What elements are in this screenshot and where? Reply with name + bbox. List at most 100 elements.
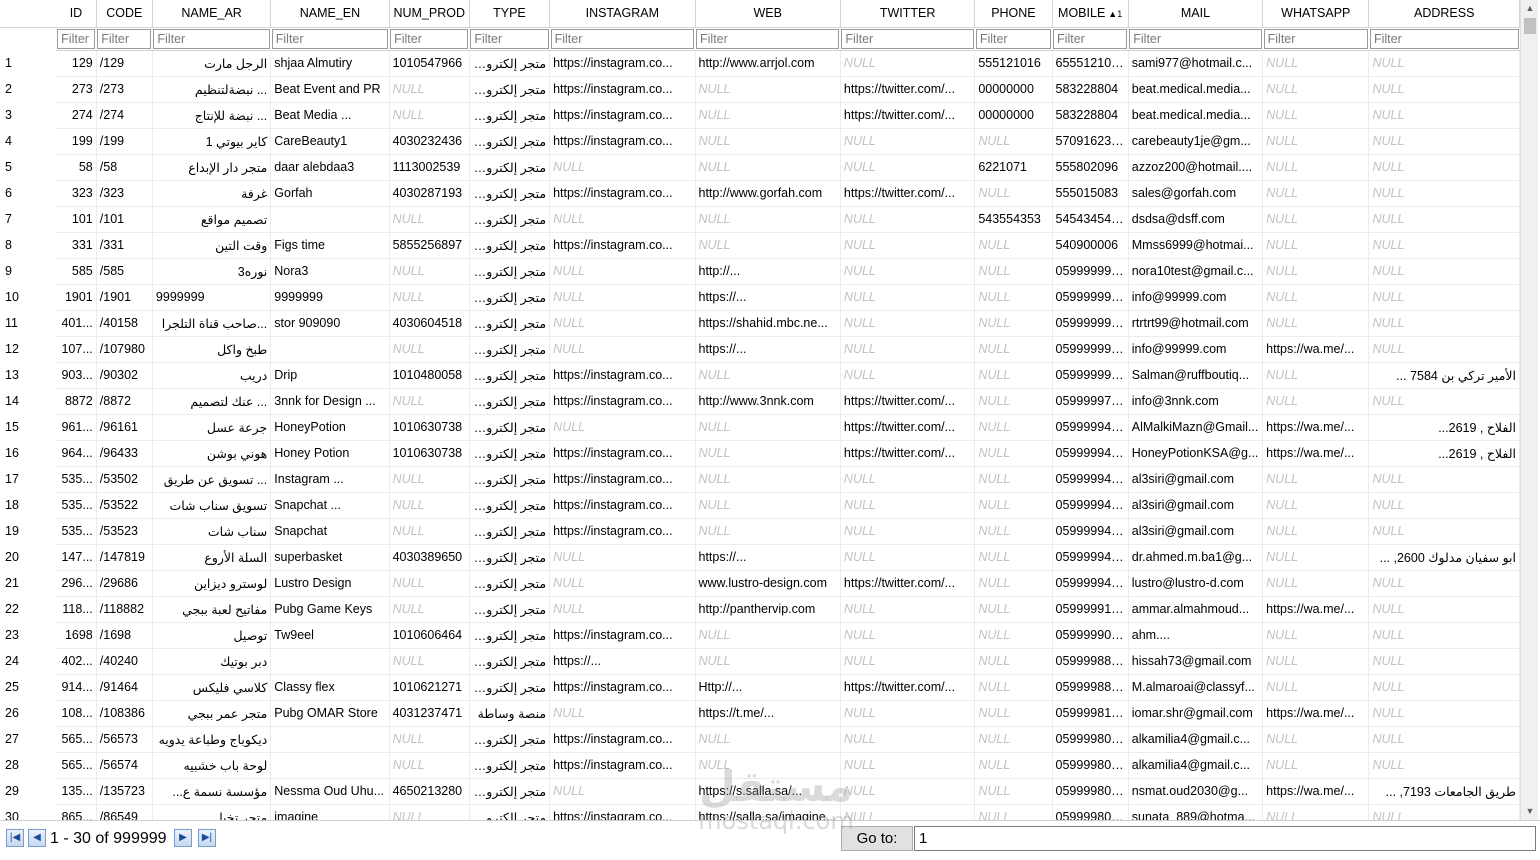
cell-num-prod[interactable]: NULL bbox=[389, 518, 470, 545]
cell-mail[interactable]: HoneyPotionKSA@g... bbox=[1128, 440, 1264, 467]
next-page-button[interactable]: ▶ bbox=[174, 829, 192, 847]
cell-name-ar[interactable]: لوحة باب خشبيه bbox=[152, 752, 272, 779]
cell-web[interactable]: Http://... bbox=[695, 674, 841, 701]
cell-mobile[interactable]: 0599999442 bbox=[1052, 544, 1129, 571]
table-row[interactable]: 13 903.../90302 دريب Drip 1010480058 متجر إلك… bbox=[0, 362, 1520, 389]
cell-web[interactable]: http://panthervip.com bbox=[695, 596, 841, 623]
cell-web[interactable]: http://www.arrjol.com bbox=[695, 50, 841, 77]
cell-whatsapp[interactable]: NULL bbox=[1262, 804, 1370, 820]
cell-mail[interactable]: sami977@hotmail.c... bbox=[1128, 50, 1264, 77]
cell-address[interactable]: NULL bbox=[1368, 206, 1520, 233]
cell-code[interactable]: /147819 bbox=[96, 544, 153, 571]
cell-id[interactable]: 147... bbox=[56, 544, 97, 571]
cell-id[interactable]: 903... bbox=[56, 362, 97, 389]
cell-name-en[interactable]: Nessma Oud Uhu... bbox=[270, 778, 390, 805]
cell-name-en[interactable] bbox=[270, 206, 390, 233]
cell-instagram[interactable]: https://instagram.co... bbox=[549, 518, 696, 545]
cell-instagram[interactable]: https://instagram.co... bbox=[549, 440, 696, 467]
column-header-phone[interactable]: PHONE bbox=[974, 0, 1053, 28]
cell-web[interactable]: NULL bbox=[695, 466, 841, 493]
cell-web[interactable]: NULL bbox=[695, 76, 841, 103]
cell-whatsapp[interactable]: NULL bbox=[1262, 622, 1370, 649]
cell-num-prod[interactable]: 4031237471 bbox=[389, 700, 470, 727]
cell-mobile[interactable]: 583228804 bbox=[1052, 102, 1129, 129]
cell-type[interactable]: متجر إلكتروني bbox=[469, 752, 551, 779]
cell-mobile[interactable]: 0599999066 bbox=[1052, 622, 1129, 649]
cell-address[interactable]: NULL bbox=[1368, 284, 1520, 311]
cell-instagram[interactable]: https://instagram.co... bbox=[549, 388, 696, 415]
table-row[interactable]: 8 331/331 وقت التين Figs time 5855256897 متجر… bbox=[0, 232, 1520, 259]
cell-address[interactable]: NULL bbox=[1368, 336, 1520, 363]
cell-code[interactable]: /101 bbox=[96, 206, 153, 233]
cell-phone[interactable]: NULL bbox=[974, 570, 1053, 597]
column-header-mobile[interactable]: MOBILE ▲1 bbox=[1052, 0, 1129, 28]
column-header-twitter[interactable]: TWITTER bbox=[840, 0, 976, 28]
cell-code[interactable]: /135723 bbox=[96, 778, 153, 805]
cell-name-ar[interactable]: توصيل bbox=[152, 622, 272, 649]
cell-name-ar[interactable]: لوسترو ديزاين bbox=[152, 570, 272, 597]
cell-web[interactable]: http://www.gorfah.com bbox=[695, 180, 841, 207]
cell-id[interactable]: 402... bbox=[56, 648, 97, 675]
scroll-down-icon[interactable]: ▼ bbox=[1521, 803, 1539, 820]
cell-num-prod[interactable]: NULL bbox=[389, 726, 470, 753]
cell-id[interactable]: 274 bbox=[56, 102, 97, 129]
cell-instagram[interactable]: https://instagram.co... bbox=[549, 726, 696, 753]
cell-code[interactable]: /323 bbox=[96, 180, 153, 207]
cell-mobile[interactable]: 0599999999 bbox=[1052, 284, 1129, 311]
cell-web[interactable]: http://www.3nnk.com bbox=[695, 388, 841, 415]
cell-instagram[interactable]: NULL bbox=[549, 570, 696, 597]
cell-address[interactable]: الأمير تركي بن 7584 ... bbox=[1368, 362, 1520, 389]
cell-type[interactable]: متجر إلكتروني bbox=[469, 362, 551, 389]
cell-address[interactable]: NULL bbox=[1368, 76, 1520, 103]
cell-whatsapp[interactable]: NULL bbox=[1262, 206, 1370, 233]
cell-mail[interactable]: carebeauty1je@gm... bbox=[1128, 128, 1264, 155]
cell-name-en[interactable]: HoneyPotion bbox=[270, 414, 390, 441]
first-page-button[interactable]: |◀ bbox=[6, 829, 24, 847]
cell-address[interactable]: NULL bbox=[1368, 154, 1520, 181]
cell-twitter[interactable]: https://twitter.com/... bbox=[840, 102, 976, 129]
cell-type[interactable]: متجر إلكتروني bbox=[469, 232, 551, 259]
cell-address[interactable]: NULL bbox=[1368, 752, 1520, 779]
cell-instagram[interactable]: NULL bbox=[549, 154, 696, 181]
column-header-instagram[interactable]: INSTAGRAM bbox=[549, 0, 696, 28]
cell-web[interactable]: NULL bbox=[695, 622, 841, 649]
cell-id[interactable]: 8872 bbox=[56, 388, 97, 415]
cell-mobile[interactable]: 0599999462 bbox=[1052, 466, 1129, 493]
cell-whatsapp[interactable]: https://wa.me/... bbox=[1262, 700, 1370, 727]
table-row[interactable]: 5 58/58 متجر دار الإبداع daar alebdaa3 11130… bbox=[0, 154, 1520, 181]
cell-twitter[interactable]: NULL bbox=[840, 50, 976, 77]
cell-whatsapp[interactable]: NULL bbox=[1262, 752, 1370, 779]
cell-web[interactable]: NULL bbox=[695, 440, 841, 467]
column-header-whatsapp[interactable]: WHATSAPP bbox=[1262, 0, 1370, 28]
cell-mail[interactable]: rtrtrt99@hotmail.com bbox=[1128, 310, 1264, 337]
cell-mail[interactable]: info@99999.com bbox=[1128, 284, 1264, 311]
column-header-web[interactable]: WEB bbox=[695, 0, 841, 28]
cell-name-ar[interactable]: الرجل مارت bbox=[152, 50, 272, 77]
cell-address[interactable]: NULL bbox=[1368, 700, 1520, 727]
cell-num-prod[interactable]: 1010606464 bbox=[389, 622, 470, 649]
cell-type[interactable]: متجر إلكتروني bbox=[469, 570, 551, 597]
cell-instagram[interactable]: https://instagram.co... bbox=[549, 362, 696, 389]
cell-mail[interactable]: iomar.shr@gmail.com bbox=[1128, 700, 1264, 727]
cell-mobile[interactable]: 0599998106 bbox=[1052, 700, 1129, 727]
cell-name-en[interactable]: Nora3 bbox=[270, 258, 390, 285]
cell-num-prod[interactable]: 4030287193 bbox=[389, 180, 470, 207]
cell-id[interactable]: 961... bbox=[56, 414, 97, 441]
cell-address[interactable]: NULL bbox=[1368, 492, 1520, 519]
cell-web[interactable]: NULL bbox=[695, 362, 841, 389]
column-header-id[interactable]: ID bbox=[56, 0, 97, 28]
filter-input-web[interactable] bbox=[696, 28, 840, 49]
cell-twitter[interactable]: https://twitter.com/... bbox=[840, 414, 976, 441]
cell-whatsapp[interactable]: NULL bbox=[1262, 544, 1370, 571]
cell-id[interactable]: 199 bbox=[56, 128, 97, 155]
cell-name-en[interactable]: Beat Event and PR bbox=[270, 76, 390, 103]
table-row[interactable]: 19 535.../53523 سناب شات Snapchat NULL متجر إ… bbox=[0, 518, 1520, 545]
cell-type[interactable]: متجر إلكتروني bbox=[469, 50, 551, 77]
cell-instagram[interactable]: https://instagram.co... bbox=[549, 674, 696, 701]
table-row[interactable]: 29 135.../135723 مؤسسة نسمة ع... Nessma Oud… bbox=[0, 778, 1520, 805]
cell-twitter[interactable]: NULL bbox=[840, 518, 976, 545]
cell-name-en[interactable]: Lustro Design bbox=[270, 570, 390, 597]
cell-num-prod[interactable]: NULL bbox=[389, 466, 470, 493]
cell-name-ar[interactable]: 9999999 bbox=[152, 284, 272, 311]
cell-code[interactable]: /129 bbox=[96, 50, 153, 77]
